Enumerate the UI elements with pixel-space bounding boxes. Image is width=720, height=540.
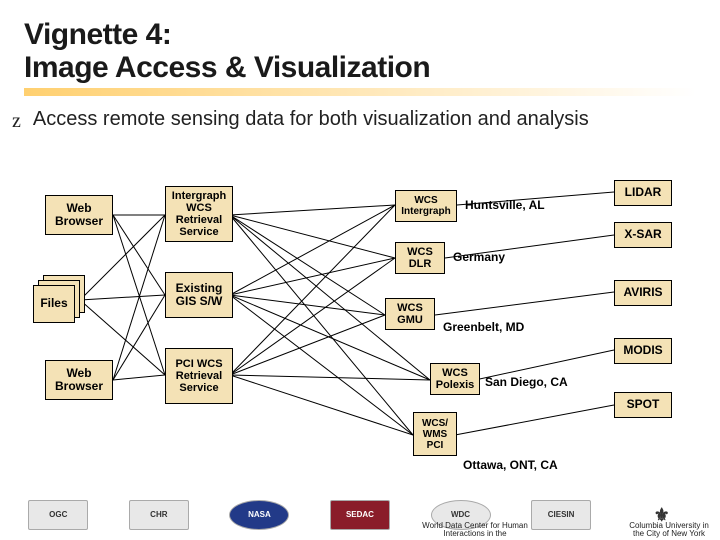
- logo-nasa: NASA: [229, 500, 289, 530]
- pci-service: PCI WCS Retrieval Service: [165, 348, 233, 404]
- bullet-line: zAccess remote sensing data for both vis…: [24, 108, 696, 131]
- wcs-intergraph: WCS Intergraph: [395, 190, 457, 222]
- files-stack: Files: [33, 275, 85, 323]
- gis-box: Existing GIS S/W: [165, 272, 233, 318]
- footer: OGC CHR NASA SEDAC WDC CIESIN ⚜: [0, 490, 720, 540]
- wcs-dlr: WCS DLR: [395, 242, 445, 274]
- sensor-modis: MODIS: [614, 338, 672, 364]
- title-line1: Vignette 4:: [24, 18, 171, 51]
- footnote-wdc: World Data Center for Human Interactions…: [405, 522, 545, 538]
- intergraph-service: Intergraph WCS Retrieval Service: [165, 186, 233, 242]
- loc-ottawa: Ottawa, ONT, CA: [463, 458, 558, 472]
- footnote-columbia: Columbia University in the City of New Y…: [624, 522, 714, 538]
- loc-sandiego: San Diego, CA: [485, 375, 568, 389]
- wcs-wms-pci: WCS/ WMS PCI: [413, 412, 457, 456]
- title-underline: [24, 88, 696, 96]
- sensor-aviris: AVIRIS: [614, 280, 672, 306]
- title-line2: Image Access & Visualization: [24, 51, 430, 84]
- logo-chr: CHR: [129, 500, 189, 530]
- loc-germany: Germany: [453, 250, 505, 264]
- sensor-xsar: X-SAR: [614, 222, 672, 248]
- diagram: Web Browser Files Web Browser Intergraph…: [0, 180, 720, 490]
- loc-greenbelt: Greenbelt, MD: [443, 320, 524, 334]
- web-browser-top: Web Browser: [45, 195, 113, 235]
- logo-sedac: SEDAC: [330, 500, 390, 530]
- sensor-lidar: LIDAR: [614, 180, 672, 206]
- logo-ogc: OGC: [28, 500, 88, 530]
- files-box: Files: [33, 285, 75, 323]
- wcs-polexis: WCS Polexis: [430, 363, 480, 395]
- bullet-text: Access remote sensing data for both visu…: [33, 108, 589, 130]
- sensor-spot: SPOT: [614, 392, 672, 418]
- loc-huntsville: Huntsville, AL: [465, 198, 545, 212]
- web-browser-bottom: Web Browser: [45, 360, 113, 400]
- wcs-gmu: WCS GMU: [385, 298, 435, 330]
